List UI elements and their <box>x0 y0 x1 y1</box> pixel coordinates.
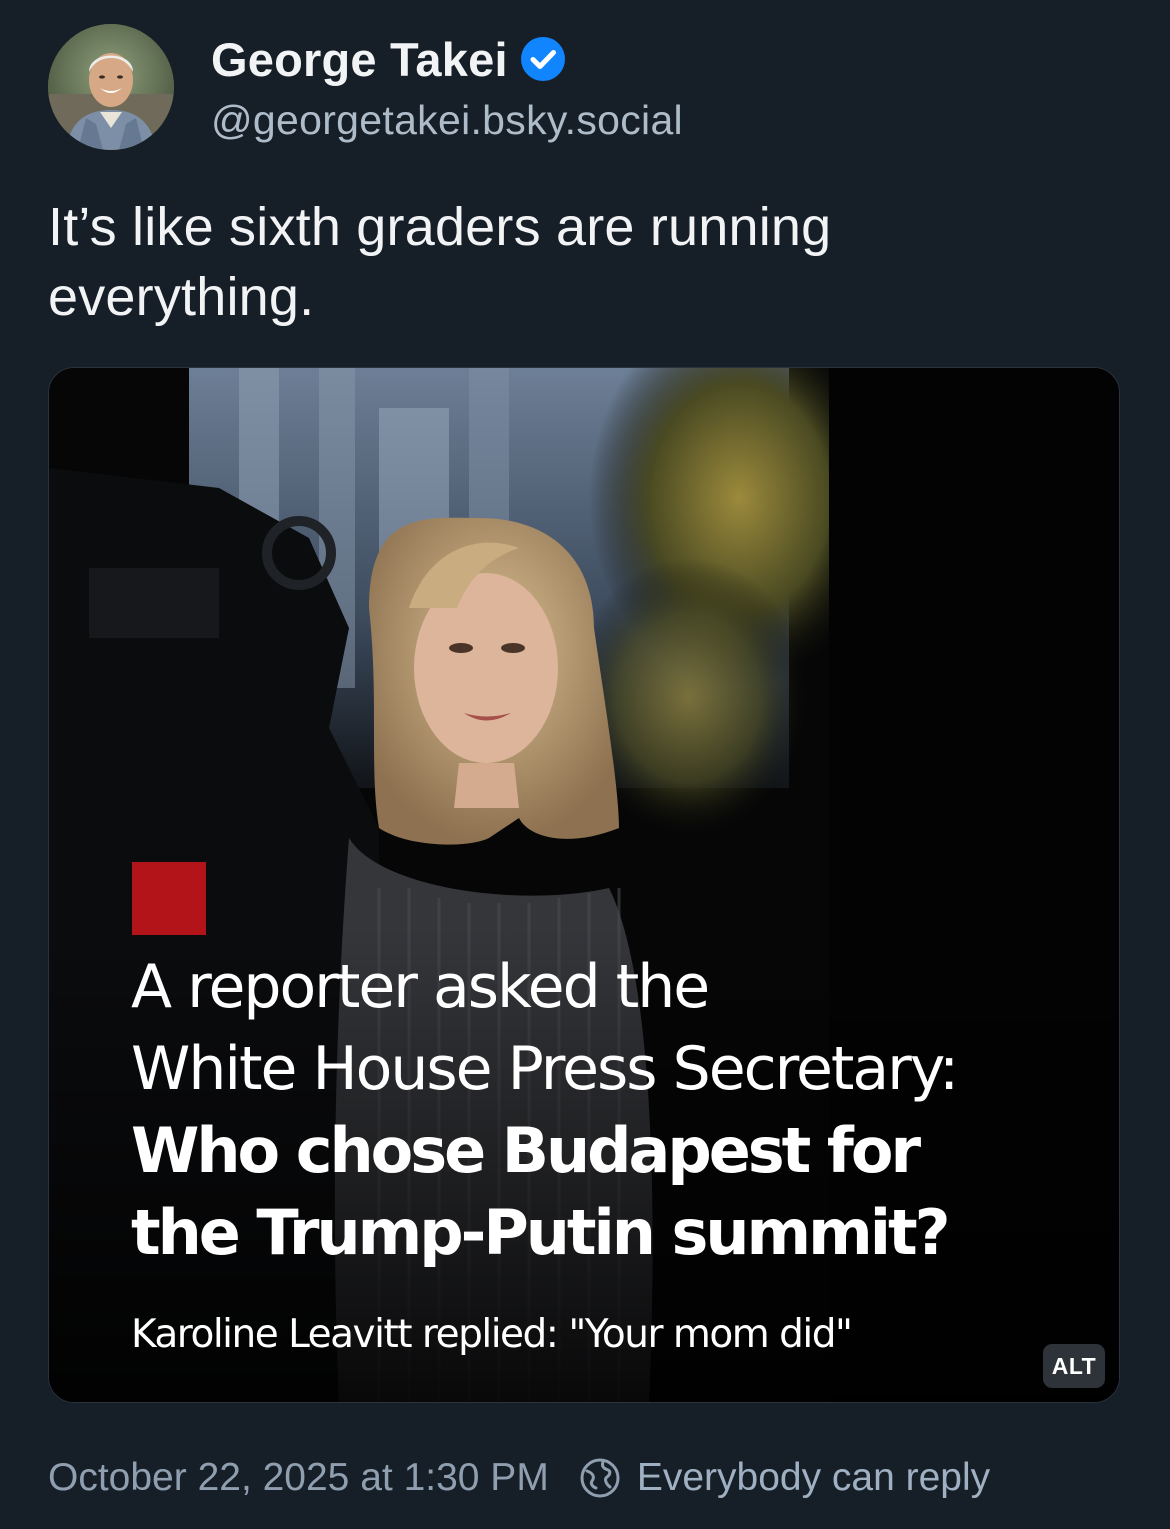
alt-text-button[interactable]: ALT <box>1043 1344 1105 1388</box>
post-timestamp[interactable]: October 22, 2025 at 1:30 PM <box>48 1456 549 1500</box>
reply-setting[interactable]: Everybody can reply <box>637 1456 990 1500</box>
image-caption-headline: Who chose Budapest for the Trump-Putin s… <box>131 1110 951 1274</box>
post-image[interactable]: A reporter asked the White House Press S… <box>48 367 1120 1403</box>
caption-line: White House Press Secretary: <box>131 1034 959 1104</box>
author-display-name[interactable]: George Takei <box>211 32 508 87</box>
caption-line: the Trump-Putin summit? <box>131 1196 951 1269</box>
post-card: George Takei @georgetakei.bsky.social It… <box>0 0 1170 1529</box>
image-caption-reply: Karoline Leavitt replied: "Your mom did" <box>131 1312 853 1357</box>
caption-red-marker <box>132 862 206 935</box>
post-text: It’s like sixth graders are running ever… <box>48 197 832 327</box>
author-handle[interactable]: @georgetakei.bsky.social <box>211 97 683 144</box>
globe-icon <box>580 1458 620 1498</box>
caption-line: A reporter asked the <box>131 952 710 1022</box>
verified-check-icon <box>520 37 565 81</box>
post-footer: October 22, 2025 at 1:30 PM Everybody ca… <box>48 1450 990 1506</box>
author-avatar[interactable] <box>48 24 174 150</box>
image-caption-question: A reporter asked the White House Press S… <box>131 946 959 1110</box>
author-name-row: George Takei <box>211 30 566 88</box>
caption-line: Who chose Budapest for <box>131 1114 921 1187</box>
